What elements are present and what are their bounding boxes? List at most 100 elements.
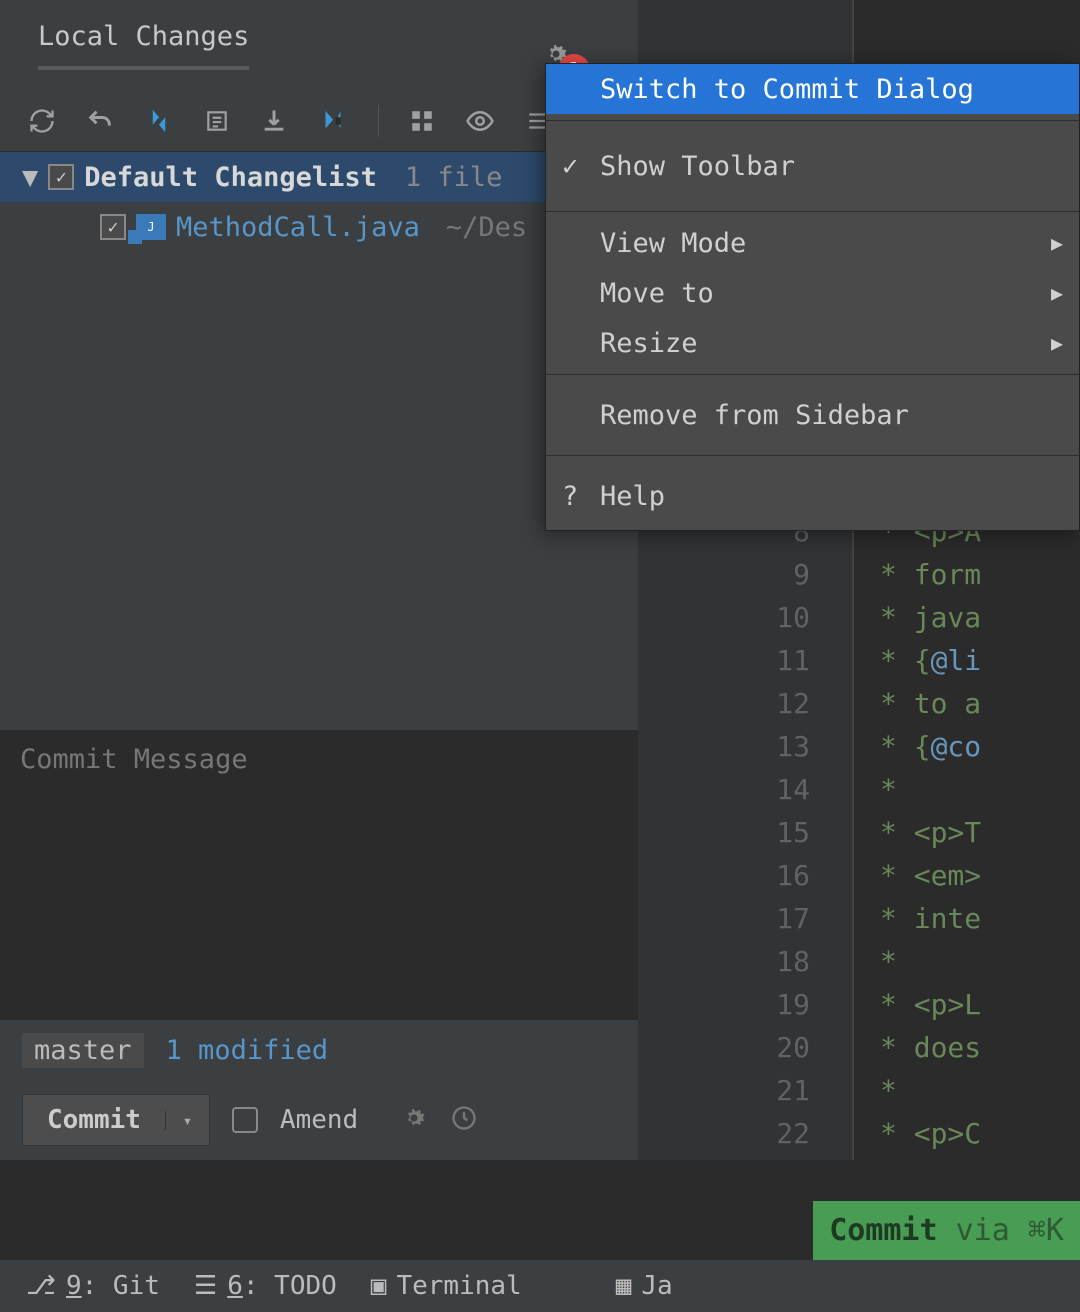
commit-panel: Local Changes 1 ▼ ✓ Default Changelist 1…: [0, 0, 638, 1160]
menu-remove-from-sidebar[interactable]: Remove from Sidebar: [546, 381, 1079, 449]
code-line: * java: [880, 601, 1080, 644]
todo-hotkey: 6: [227, 1271, 243, 1301]
changelist-checkbox[interactable]: ✓: [48, 164, 74, 190]
line-number: 15: [638, 816, 810, 859]
menu-separator: [546, 211, 1079, 212]
diff-icon[interactable]: [144, 106, 174, 136]
line-number: 12: [638, 687, 810, 730]
modified-count[interactable]: 1 modified: [166, 1035, 329, 1066]
submenu-arrow-icon: ▶: [1051, 281, 1063, 305]
code-line: * inte: [880, 902, 1080, 945]
expand-triangle-icon[interactable]: ▼: [22, 162, 38, 193]
branch-name[interactable]: master: [22, 1033, 144, 1068]
menu-show-toolbar[interactable]: ✓ Show Toolbar: [546, 127, 1079, 205]
menu-move-to[interactable]: Move to ▶: [546, 268, 1079, 318]
menu-separator: [546, 374, 1079, 375]
line-number: 20: [638, 1031, 810, 1074]
git-label: : Git: [82, 1271, 160, 1301]
menu-separator: [546, 455, 1079, 456]
menu-label: Show Toolbar: [600, 151, 795, 182]
code-line: * {@co: [880, 730, 1080, 773]
line-number: 18: [638, 945, 810, 988]
java-file-icon: J: [136, 214, 166, 240]
menu-label: View Mode: [600, 228, 746, 259]
file-row[interactable]: ✓ J MethodCall.java ~/Des: [0, 202, 638, 252]
branch-row: master 1 modified: [0, 1020, 638, 1080]
code-line: * to a: [880, 687, 1080, 730]
file-checkbox[interactable]: ✓: [100, 214, 126, 240]
line-number: 22: [638, 1117, 810, 1160]
status-terminal[interactable]: ▣ Terminal: [371, 1271, 522, 1301]
menu-label: Move to: [600, 278, 714, 309]
empty-area: [0, 252, 638, 730]
status-git[interactable]: ⎇ 9: Git: [26, 1271, 160, 1301]
line-number: 16: [638, 859, 810, 902]
code-line: * <p>L: [880, 988, 1080, 1031]
tooltip-text: via: [938, 1213, 1028, 1248]
commit-message-input[interactable]: Commit Message: [0, 730, 638, 1020]
menu-help[interactable]: ? Help: [546, 462, 1079, 530]
commit-dropdown-icon[interactable]: ▾: [165, 1111, 209, 1130]
history-icon[interactable]: [450, 1104, 478, 1136]
toolbar-separator: [378, 105, 379, 137]
commit-settings-icon[interactable]: [400, 1104, 428, 1136]
file-name: MethodCall.java: [176, 212, 420, 243]
refresh-icon[interactable]: [28, 107, 56, 135]
submenu-arrow-icon: ▶: [1051, 331, 1063, 355]
status-bar: ⎇ 9: Git ☰ 6: TODO ▣ Terminal ▦ Ja: [0, 1260, 1080, 1312]
line-number: 10: [638, 601, 810, 644]
line-number: 17: [638, 902, 810, 945]
status-todo[interactable]: ☰ 6: TODO: [194, 1271, 337, 1301]
code-line: * <p>C: [880, 1117, 1080, 1160]
java-icon: ▦: [616, 1271, 632, 1301]
amend-label: Amend: [280, 1105, 358, 1135]
line-number: 11: [638, 644, 810, 687]
submenu-arrow-icon: ▶: [1051, 231, 1063, 255]
code-line: * form: [880, 558, 1080, 601]
menu-switch-commit-dialog[interactable]: Switch to Commit Dialog: [546, 64, 1079, 114]
code-line: * does: [880, 1031, 1080, 1074]
group-by-icon[interactable]: [409, 108, 435, 134]
java-label: Ja: [641, 1271, 672, 1301]
line-number: 14: [638, 773, 810, 816]
terminal-icon: ▣: [371, 1271, 387, 1301]
tooltip-key: ⌘K: [1028, 1213, 1064, 1248]
line-number: 21: [638, 1074, 810, 1117]
git-hotkey: 9: [66, 1271, 82, 1301]
line-number: 13: [638, 730, 810, 773]
menu-label: Help: [600, 481, 665, 512]
branch-icon: ⎇: [26, 1271, 56, 1301]
menu-label: Resize: [600, 328, 698, 359]
file-path: ~/Des: [446, 212, 527, 243]
local-changes-tab[interactable]: Local Changes: [38, 21, 249, 70]
terminal-label: Terminal: [396, 1271, 521, 1301]
shelve-icon[interactable]: [260, 107, 288, 135]
panel-tab-header: Local Changes 1: [0, 0, 638, 90]
check-icon: ✓: [562, 151, 578, 182]
rollback-icon[interactable]: [86, 107, 114, 135]
list-icon: ☰: [194, 1271, 217, 1301]
menu-view-mode[interactable]: View Mode ▶: [546, 218, 1079, 268]
code-line: *: [880, 1074, 1080, 1117]
code-line: *: [880, 945, 1080, 988]
status-java[interactable]: ▦ Ja: [616, 1271, 673, 1301]
menu-separator: [546, 120, 1079, 121]
code-line: * {@li: [880, 644, 1080, 687]
code-line: * <em>: [880, 859, 1080, 902]
changelist-icon[interactable]: [204, 108, 230, 134]
commit-toolbar: [0, 90, 638, 152]
changelist-name: Default Changelist: [84, 162, 377, 193]
tooltip-text: Commit: [829, 1213, 937, 1248]
code-line: *: [880, 773, 1080, 816]
line-number: 9: [638, 558, 810, 601]
amend-checkbox[interactable]: [232, 1107, 258, 1133]
changelist-row[interactable]: ▼ ✓ Default Changelist 1 file: [0, 152, 638, 202]
file-count: 1 file: [405, 162, 503, 193]
menu-resize[interactable]: Resize ▶: [546, 318, 1079, 368]
commit-button[interactable]: Commit ▾: [22, 1094, 210, 1146]
help-icon: ?: [562, 481, 578, 512]
commit-shortcut-tooltip: Commit via ⌘K: [813, 1201, 1080, 1260]
unshelve-icon[interactable]: [318, 106, 348, 136]
line-number: 19: [638, 988, 810, 1031]
preview-icon[interactable]: [465, 106, 495, 136]
